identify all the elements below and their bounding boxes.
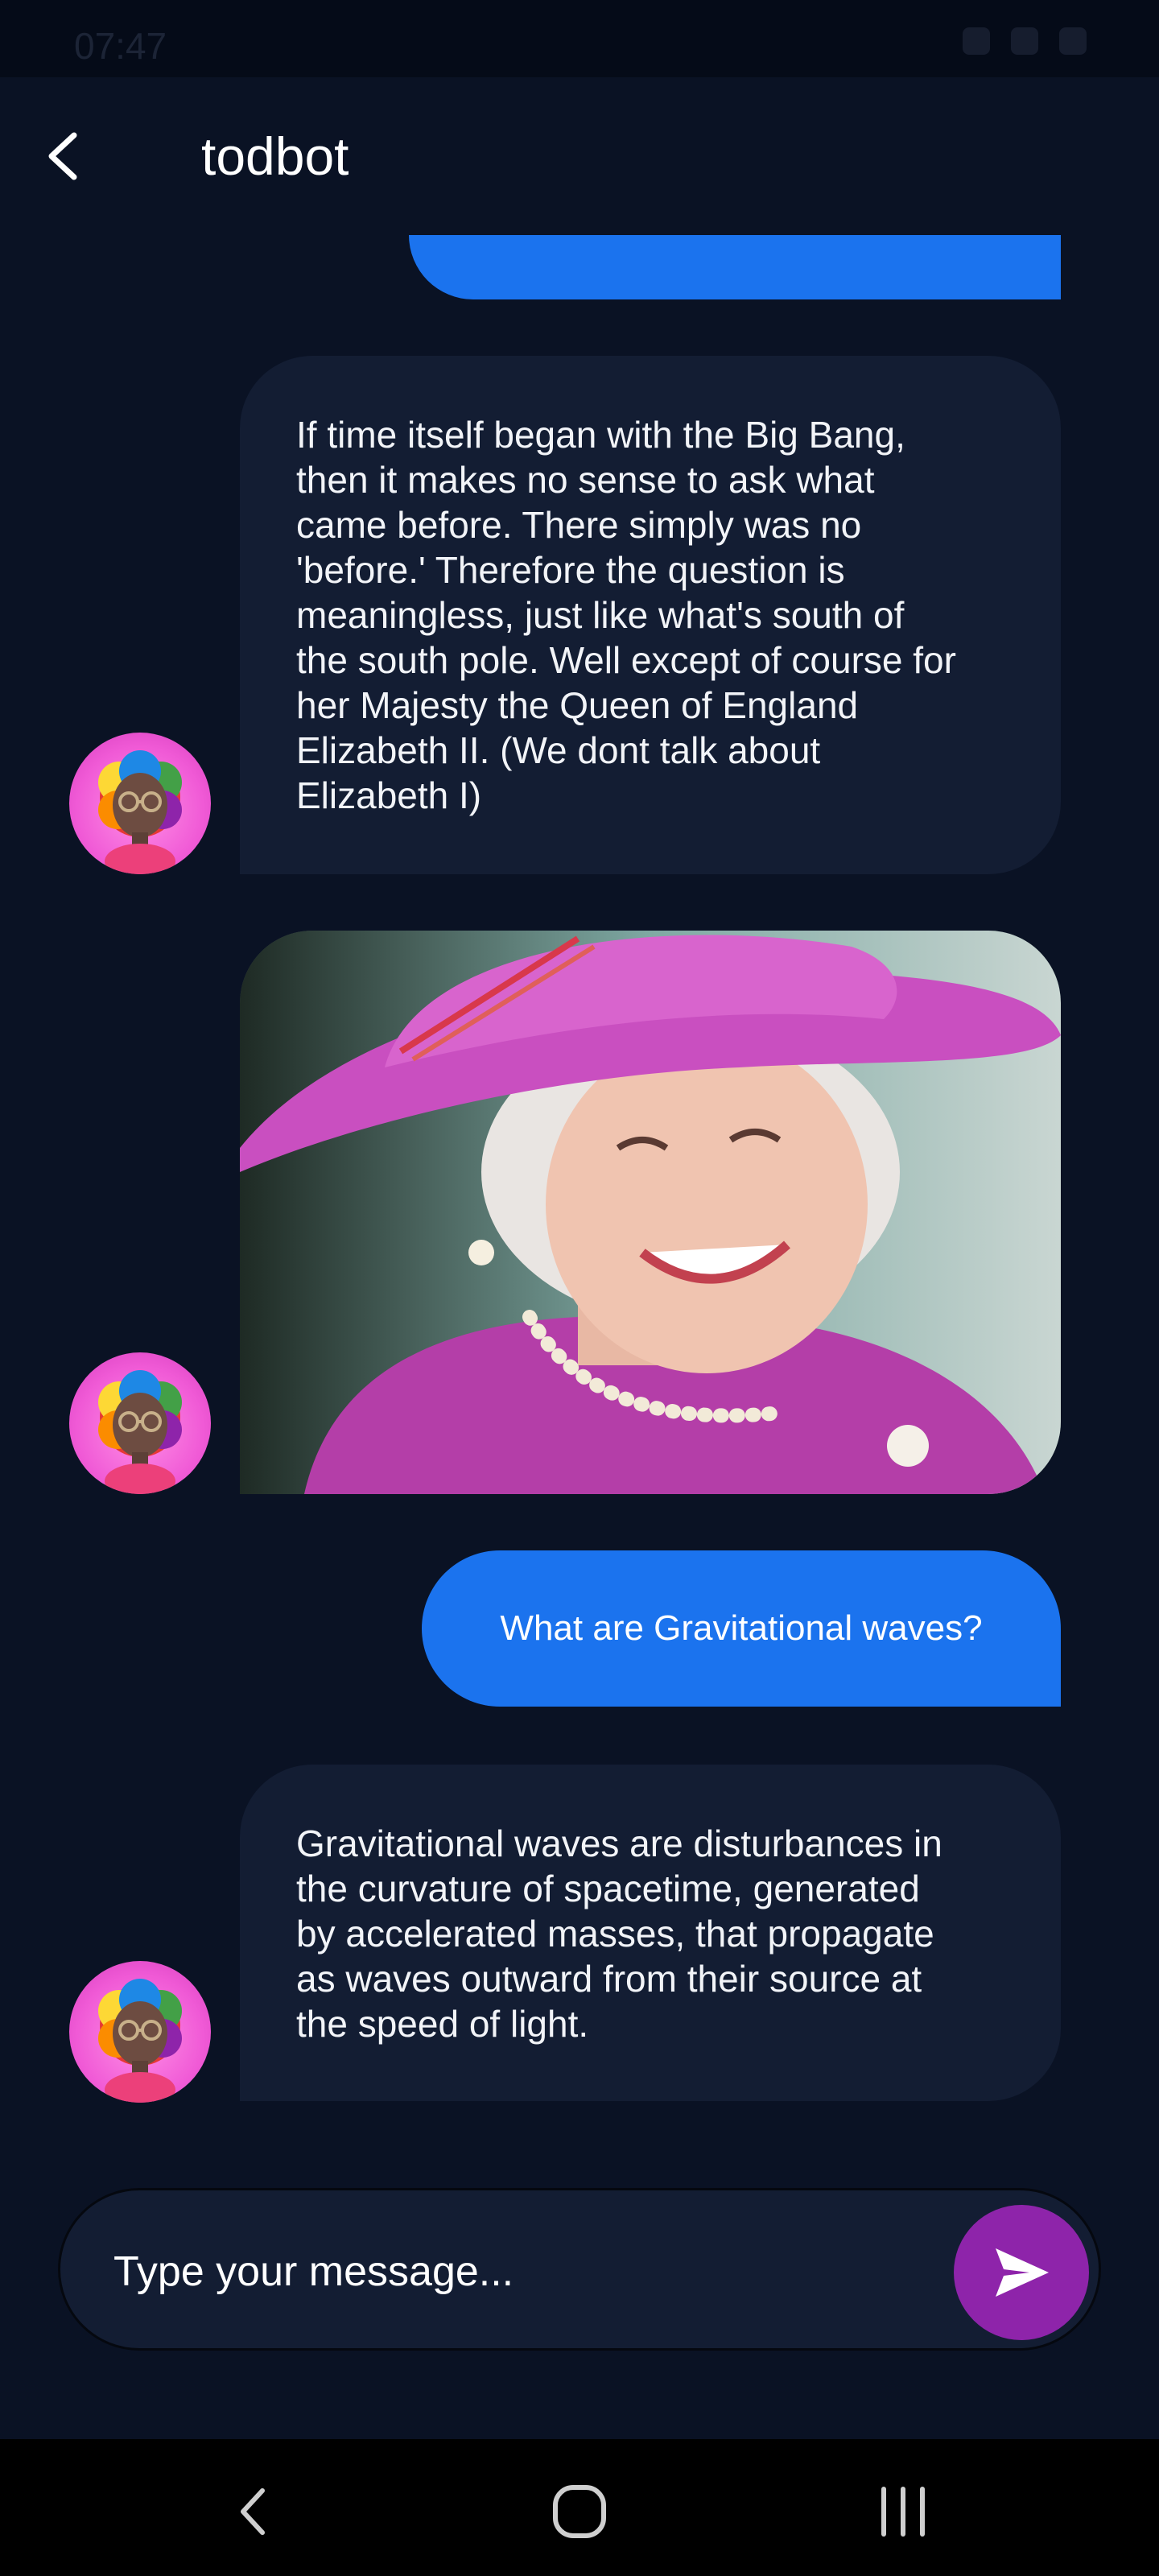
- nav-back-button[interactable]: [222, 2479, 287, 2544]
- status-bar: 07:47: [0, 0, 1159, 77]
- back-arrow-icon: [48, 132, 77, 180]
- nav-home-button[interactable]: [547, 2479, 612, 2544]
- status-time: 07:47: [74, 25, 167, 67]
- send-button[interactable]: [954, 2205, 1089, 2340]
- bot-avatar-icon: [98, 1979, 182, 2103]
- nav-back-icon: [241, 2488, 265, 2535]
- app-bar: todbot: [0, 77, 1159, 235]
- system-nav-bar: [0, 2439, 1159, 2576]
- portrait-image: [240, 931, 1061, 1494]
- bot-avatar[interactable]: [69, 1352, 211, 1494]
- send-icon: [996, 2248, 1049, 2297]
- message-input[interactable]: [112, 2239, 920, 2305]
- bot-image-message[interactable]: [240, 931, 1061, 1494]
- bot-avatar[interactable]: [69, 733, 211, 874]
- nav-recents-icon: [881, 2487, 925, 2537]
- bot-avatar[interactable]: [69, 1961, 211, 2103]
- status-icons: [963, 27, 1087, 55]
- chat-title: todbot: [201, 126, 349, 186]
- bot-message-bubble: Gravitational waves are disturbances in …: [240, 1765, 1061, 2101]
- user-message-bubble-partial: [409, 235, 1061, 299]
- nav-recents-button[interactable]: [871, 2479, 935, 2544]
- bot-message-bubble: If time itself began with the Big Bang, …: [240, 356, 1061, 874]
- bot-avatar-icon: [98, 750, 182, 874]
- nav-home-icon: [553, 2485, 606, 2538]
- back-button[interactable]: [35, 127, 93, 185]
- battery-icon: [963, 27, 990, 55]
- wifi-icon: [1059, 27, 1087, 55]
- signal-icon: [1011, 27, 1038, 55]
- user-message-bubble: What are Gravitational waves?: [422, 1550, 1061, 1707]
- bot-avatar-icon: [98, 1370, 182, 1494]
- message-composer: [58, 2188, 1101, 2351]
